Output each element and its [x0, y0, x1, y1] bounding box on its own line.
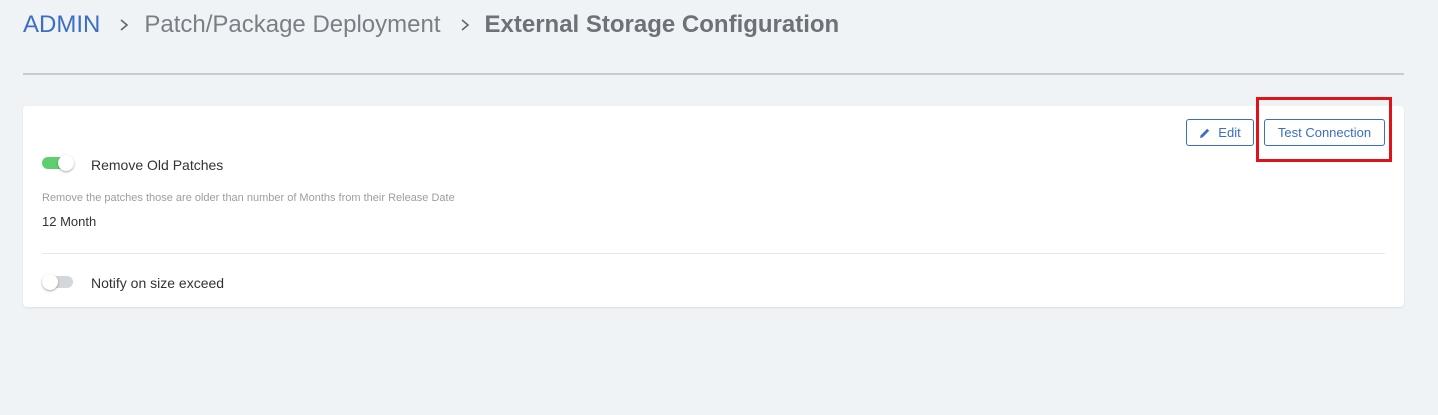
edit-button[interactable]: Edit [1186, 119, 1254, 146]
highlight-annotation-box [1256, 97, 1392, 162]
breadcrumb: ADMIN Patch/Package Deployment External … [23, 8, 839, 42]
storage-config-card: Edit Test Connection Remove Old Patches … [23, 106, 1404, 307]
chevron-right-icon [459, 18, 471, 32]
toggle-knob [42, 274, 58, 290]
edit-button-label: Edit [1218, 125, 1241, 140]
breadcrumb-admin-link[interactable]: ADMIN [23, 11, 100, 39]
remove-old-patches-label: Remove Old Patches [91, 157, 224, 173]
pencil-icon [1200, 128, 1210, 138]
toggle-knob [58, 155, 74, 171]
notify-size-exceed-toggle[interactable] [42, 274, 73, 290]
page-title: External Storage Configuration [484, 11, 840, 38]
remove-old-patches-description: Remove the patches those are older than … [42, 192, 455, 204]
header-divider [23, 73, 1404, 75]
remove-old-patches-toggle[interactable] [42, 155, 74, 171]
notify-size-exceed-label: Notify on size exceed [91, 275, 225, 291]
remove-old-patches-value: 12 Month [42, 214, 97, 229]
breadcrumb-patch-deployment-link[interactable]: Patch/Package Deployment [144, 11, 440, 39]
section-divider [42, 253, 1385, 254]
chevron-right-icon [118, 18, 130, 32]
